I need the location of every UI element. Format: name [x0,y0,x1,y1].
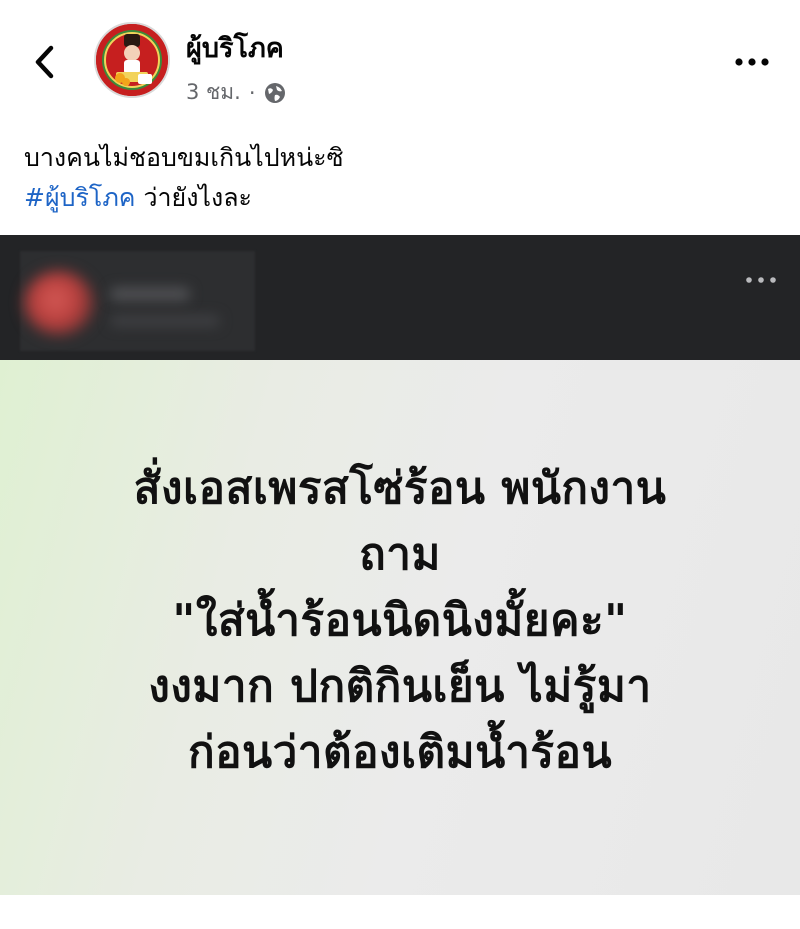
quote-line: งงมาก ปกติกินเย็น ไม่รู้มา [148,661,652,712]
quote-line: "ใส่น้ำร้อนนิดนิงมั้ยคะ" [172,595,628,646]
more-horizontal-icon [735,58,769,66]
post-caption: บางคนไม่ชอบขมเกินไปหน่ะซิ #ผู้บริโภค ว่า… [24,138,784,218]
caption-line-1: บางคนไม่ชอบขมเกินไปหน่ะซิ [24,143,344,172]
caption-line-2-text: ว่ายังไงละ [135,183,252,212]
post-header: ผู้บริโภค 3 ชม. · [0,0,800,118]
quote-line: ก่อนว่าต้องเติมน้ำร้อน [187,727,613,778]
bottom-spacer [0,895,800,929]
back-button[interactable] [26,42,62,82]
meta-separator: · [248,80,256,105]
quote-line: ถาม [359,529,441,580]
screenshot-header-bar [0,235,800,360]
chevron-left-icon [35,45,54,79]
avatar-logo-icon [96,24,168,96]
quote-text: สั่งเอสเพรสโซ่ร้อน พนักงาน ถาม "ใส่น้ำร้… [0,456,800,786]
blurred-avatar [24,271,94,335]
globe-icon [264,82,285,103]
hashtag-link[interactable]: #ผู้บริโภค [24,183,136,212]
caption-line-2: #ผู้บริโภค ว่ายังไงละ [24,178,784,218]
author-name[interactable]: ผู้บริโภค [186,26,284,69]
image-more-icon-wrap [744,271,778,289]
blurred-meta [110,315,220,327]
more-horizontal-icon [746,277,776,283]
author-avatar[interactable] [94,22,170,98]
blurred-name [110,287,190,301]
post-meta: 3 ชม. · [186,76,286,109]
post-more-button[interactable] [732,50,772,74]
post-image[interactable]: สั่งเอสเพรสโซ่ร้อน พนักงาน ถาม "ใส่น้ำร้… [0,235,800,895]
quote-card: สั่งเอสเพรสโซ่ร้อน พนักงาน ถาม "ใส่น้ำร้… [0,360,800,895]
post-time[interactable]: 3 ชม. [186,76,241,109]
quote-line: สั่งเอสเพรสโซ่ร้อน พนักงาน [133,463,667,514]
